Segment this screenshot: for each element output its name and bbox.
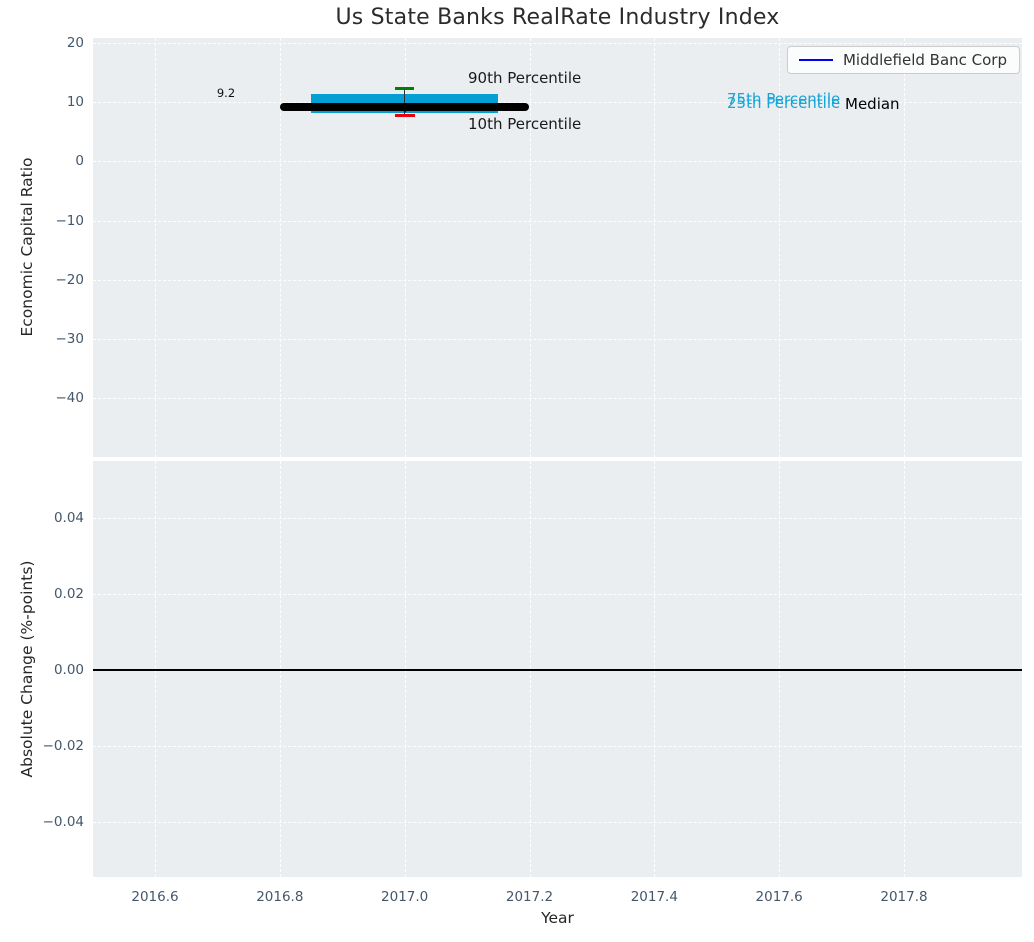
y-tick-label: −30 bbox=[0, 330, 84, 348]
x-tick-label: 2017.0 bbox=[365, 888, 445, 906]
y-tick-label: −40 bbox=[0, 389, 84, 407]
y-tick-label: 20 bbox=[0, 34, 84, 52]
gridline-horizontal bbox=[93, 518, 1022, 519]
top-y-axis-label: Economic Capital Ratio bbox=[18, 157, 36, 336]
p90-annotation: 90th Percentile bbox=[468, 69, 581, 87]
y-tick-label: 10 bbox=[0, 93, 84, 111]
x-tick-label: 2017.8 bbox=[864, 888, 944, 906]
gridline-horizontal bbox=[93, 43, 1022, 44]
median-line bbox=[280, 103, 530, 111]
legend-label: Middlefield Banc Corp bbox=[843, 51, 1007, 69]
p90-cap bbox=[395, 87, 414, 90]
gridline-horizontal bbox=[93, 594, 1022, 595]
x-tick-label: 2017.2 bbox=[490, 888, 570, 906]
gridline-horizontal bbox=[93, 280, 1022, 281]
gridline-vertical bbox=[530, 38, 531, 457]
x-tick-label: 2017.6 bbox=[739, 888, 819, 906]
median-value-annotation: 9.2 bbox=[217, 86, 235, 100]
chart-title: Us State Banks RealRate Industry Index bbox=[93, 5, 1022, 30]
y-tick-label: 0 bbox=[0, 152, 84, 170]
y-tick-label: −0.02 bbox=[0, 737, 84, 755]
gridline-horizontal bbox=[93, 339, 1022, 340]
gridline-vertical bbox=[155, 38, 156, 457]
legend-line-icon bbox=[799, 59, 833, 62]
gridline-vertical bbox=[280, 38, 281, 457]
legend: Middlefield Banc Corp bbox=[787, 46, 1020, 74]
x-tick-label: 2016.8 bbox=[240, 888, 320, 906]
zero-line bbox=[93, 669, 1022, 671]
figure: Us State Banks RealRate Industry Index E… bbox=[0, 0, 1034, 942]
gridline-horizontal bbox=[93, 398, 1022, 399]
x-tick-label: 2017.4 bbox=[614, 888, 694, 906]
top-plot-area: 9.2 90th Percentile 10th Percentile 75th… bbox=[93, 38, 1022, 457]
gridline-horizontal bbox=[93, 822, 1022, 823]
y-tick-label: 0.00 bbox=[0, 661, 84, 679]
gridline-vertical bbox=[654, 38, 655, 457]
y-tick-label: 0.04 bbox=[0, 509, 84, 527]
x-tick-label: 2016.6 bbox=[115, 888, 195, 906]
y-tick-label: −20 bbox=[0, 271, 84, 289]
p10-cap bbox=[395, 114, 415, 117]
x-axis-label: Year bbox=[93, 909, 1022, 927]
gridline-horizontal bbox=[93, 746, 1022, 747]
p10-annotation: 10th Percentile bbox=[468, 115, 581, 133]
gridline-horizontal bbox=[93, 161, 1022, 162]
p25-annotation: 25th Percentile bbox=[727, 94, 840, 112]
gridline-vertical bbox=[904, 38, 905, 457]
y-tick-label: −0.04 bbox=[0, 813, 84, 831]
y-tick-label: 0.02 bbox=[0, 585, 84, 603]
gridline-horizontal bbox=[93, 221, 1022, 222]
bottom-plot-area bbox=[93, 461, 1022, 877]
median-annotation: Median bbox=[845, 95, 900, 113]
y-tick-label: −10 bbox=[0, 212, 84, 230]
